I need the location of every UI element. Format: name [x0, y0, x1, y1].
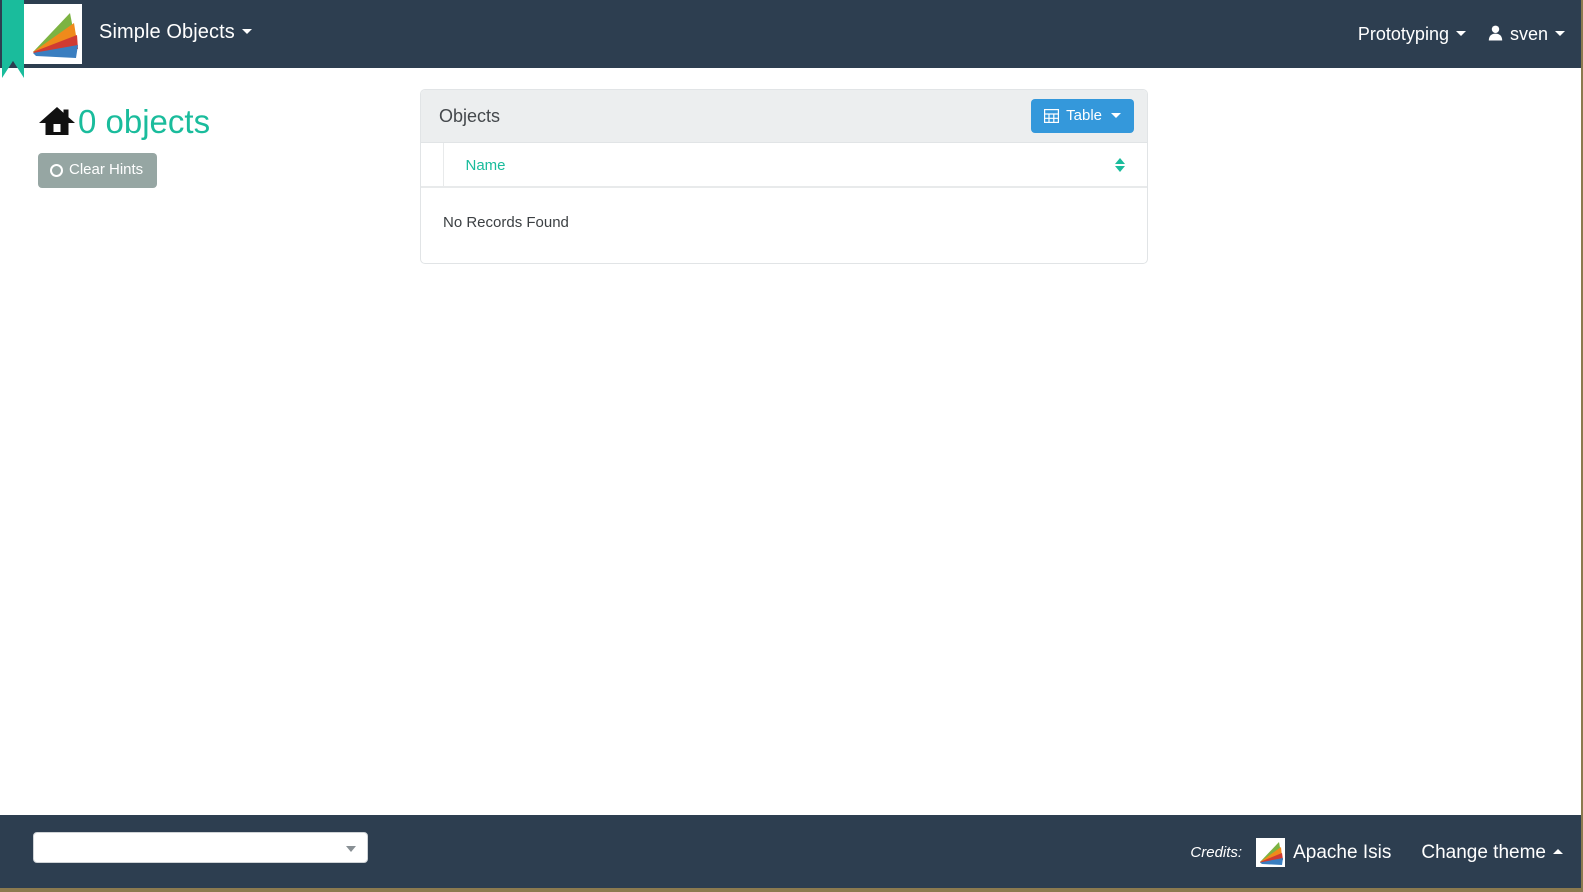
apache-isis-logo-icon [1256, 838, 1285, 867]
sort-descending-icon [1115, 166, 1125, 172]
user-icon [1488, 25, 1503, 44]
brand-title-label: Simple Objects [99, 21, 235, 43]
nav-item-user-label: sven [1510, 24, 1548, 45]
apache-isis-logo-icon[interactable] [24, 4, 82, 64]
theme-select[interactable] [33, 832, 368, 863]
logo-svg [24, 4, 82, 64]
page-title-row: 0 objects [38, 104, 368, 138]
table-view-button[interactable]: Table [1031, 99, 1134, 134]
objects-card: Objects Table Name [420, 89, 1148, 264]
circle-icon [50, 164, 63, 177]
page-title: 0 objects [78, 105, 210, 138]
nav-item-prototyping-label: Prototyping [1358, 24, 1449, 45]
page-header: 0 objects Clear Hints [38, 104, 368, 188]
objects-table-header-row: Name [421, 143, 1147, 187]
clear-hints-button[interactable]: Clear Hints [38, 153, 157, 188]
column-header-name-label: Name [466, 157, 506, 174]
column-header-name[interactable]: Name [443, 143, 1147, 187]
change-theme-label: Change theme [1421, 842, 1546, 864]
clear-hints-label: Clear Hints [69, 162, 143, 179]
sort-updown-icon[interactable] [1115, 158, 1125, 172]
table-view-label: Table [1066, 108, 1102, 125]
objects-card-title: Objects [439, 106, 500, 127]
navbar-right-group: Prototyping sven [1358, 0, 1565, 68]
table-grid-icon [1044, 109, 1059, 123]
nav-item-user-menu[interactable]: sven [1488, 24, 1565, 45]
top-navbar: Simple Objects Prototyping sven [0, 0, 1581, 68]
sort-ascending-icon [1115, 158, 1125, 164]
credits-link[interactable]: Apache Isis [1293, 842, 1391, 864]
home-icon [38, 104, 76, 138]
caret-down-icon [1456, 31, 1466, 36]
page-footer: Credits: Apache Isis Change theme [0, 815, 1581, 890]
caret-down-icon [1555, 31, 1565, 36]
caret-up-icon [1553, 849, 1563, 854]
credits-label: Credits: [1190, 844, 1242, 861]
objects-table: Name No Records Found [421, 143, 1147, 263]
nav-item-prototyping[interactable]: Prototyping [1358, 24, 1466, 45]
footer-right-group: Credits: Apache Isis Change theme [1190, 815, 1563, 890]
selection-column-header [421, 143, 443, 187]
caret-down-icon [242, 29, 252, 34]
objects-card-body: Name No Records Found [421, 143, 1147, 263]
footer-bottom-rule [0, 888, 1581, 890]
brand-title-menu[interactable]: Simple Objects [99, 21, 252, 44]
chevron-down-icon [346, 846, 356, 852]
caret-down-icon [1111, 113, 1121, 118]
objects-table-body: No Records Found [421, 187, 1147, 263]
objects-card-header: Objects Table [421, 90, 1147, 143]
change-theme-button[interactable]: Change theme [1421, 842, 1563, 864]
accent-ribbon [2, 0, 24, 78]
no-records-message: No Records Found [421, 187, 1147, 263]
empty-state-row: No Records Found [421, 187, 1147, 263]
objects-table-head: Name [421, 143, 1147, 187]
